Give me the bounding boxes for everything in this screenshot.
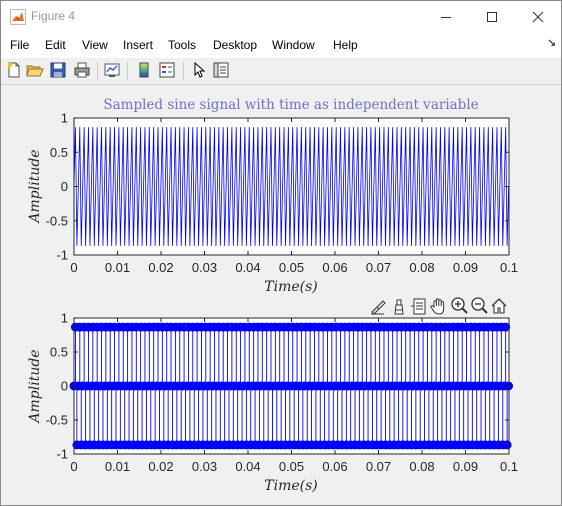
print-icon[interactable] [73,61,91,79]
bottom-x-tick-label: 0.01 [105,459,130,474]
bottom-y-tick-label: 0 [61,379,68,394]
toolbar-separator [97,62,98,80]
menu-file[interactable]: File [10,38,29,52]
menu-edit[interactable]: Edit [45,38,66,52]
link-plot-icon[interactable] [103,61,121,79]
new-figure-icon[interactable] [5,61,23,79]
menu-window[interactable]: Window [272,38,315,52]
pan-icon[interactable] [430,298,445,315]
bottom-x-tick-label: 0.03 [192,459,217,474]
top-x-tick-label: 0.04 [235,260,260,275]
figure-canvas: Sampled sine signal with time as indepen… [27,97,518,495]
figure-window: Figure 4 File Edit View Insert Tools Des… [0,0,562,506]
close-button[interactable] [515,1,561,32]
save-icon[interactable] [49,61,67,79]
zoom-out-icon[interactable] [471,297,488,314]
bottom-x-axis-label: Time(s) [264,478,317,494]
top-x-tick-label: 0.08 [409,260,434,275]
top-x-tick-label: 0.05 [279,260,304,275]
data-tips-icon[interactable] [394,299,404,315]
top-y-axis-label: Amplitude [27,149,43,224]
top-x-tick-label: 0.03 [192,260,217,275]
bottom-x-tick-label: 0.07 [366,459,391,474]
bottom-axes[interactable]: 0 0.01 0.02 0.03 0.04 0.05 0.06 0.07 0.08 0.09 0.1… [27,311,518,495]
toolbar-separator [127,62,128,80]
maximize-button[interactable] [469,1,515,32]
figure-toolbar [1,58,561,85]
window-title: Figure 4 [31,9,76,23]
minimize-icon [441,16,451,18]
bottom-x-tick-label: 0.06 [322,459,347,474]
bottom-x-tick-label: 0.04 [235,459,260,474]
top-x-tick-label: 0.02 [148,260,173,275]
menu-view[interactable]: View [82,38,108,52]
bottom-y-tick-label: -1 [56,447,68,462]
toolbar-separator [183,62,184,80]
top-y-tick-label: 1 [61,111,68,126]
top-x-tick-label: 0.07 [366,260,391,275]
top-chart-title: Sampled sine signal with time as indepen… [103,97,478,113]
legend-icon[interactable] [158,61,176,79]
bottom-y-tick-label: 1 [61,311,68,326]
top-x-tick-label: 0 [70,260,77,275]
bottom-x-tick-label: 0 [70,459,77,474]
colorbar-icon[interactable] [135,61,153,79]
top-axes[interactable]: Sampled sine signal with time as indepen… [27,97,518,295]
menu-insert[interactable]: Insert [123,38,153,52]
brush-icon[interactable] [371,300,386,315]
bottom-x-tick-label: 0.1 [500,459,518,474]
bottom-x-tick-label: 0.09 [453,459,478,474]
menu-help[interactable]: Help [333,38,358,52]
minimize-button[interactable] [423,1,469,32]
matlab-logo-icon [10,9,26,25]
maximize-icon [487,11,497,22]
top-x-tick-label: 0.1 [500,260,518,275]
top-x-tick-label: 0.09 [453,260,478,275]
top-x-axis-label: Time(s) [264,279,317,295]
top-y-tick-label: 0.5 [50,145,68,160]
bottom-x-tick-label: 0.02 [148,459,173,474]
bottom-y-tick-label: -0.5 [46,413,68,428]
top-x-tick-label: 0.06 [322,260,347,275]
bottom-x-tick-label: 0.05 [279,459,304,474]
zoom-in-icon[interactable] [451,297,468,314]
menu-desktop[interactable]: Desktop [213,38,257,52]
title-bar[interactable]: Figure 4 [1,1,561,32]
home-icon[interactable] [491,298,507,314]
top-y-tick-label: -1 [56,248,68,263]
open-file-icon[interactable] [26,61,44,79]
top-y-tick-label: -0.5 [46,213,68,228]
dock-arrow-icon[interactable]: ↘ [547,36,556,49]
axes-toolbar [371,297,507,315]
bottom-y-axis-label: Amplitude [27,349,43,424]
edit-icon[interactable] [411,298,426,315]
stem-marker [502,440,512,450]
bottom-y-tick-label: 0.5 [50,345,68,360]
stem-marker [501,322,511,332]
top-y-tick-label: 0 [61,179,68,194]
menu-bar: File Edit View Insert Tools Desktop Wind… [1,32,561,59]
property-inspector-icon[interactable] [212,61,230,79]
top-x-tick-label: 0.01 [105,260,130,275]
pointer-icon[interactable] [190,61,208,79]
close-icon [532,11,544,22]
menu-tools[interactable]: Tools [168,38,196,52]
bottom-x-tick-label: 0.08 [409,459,434,474]
